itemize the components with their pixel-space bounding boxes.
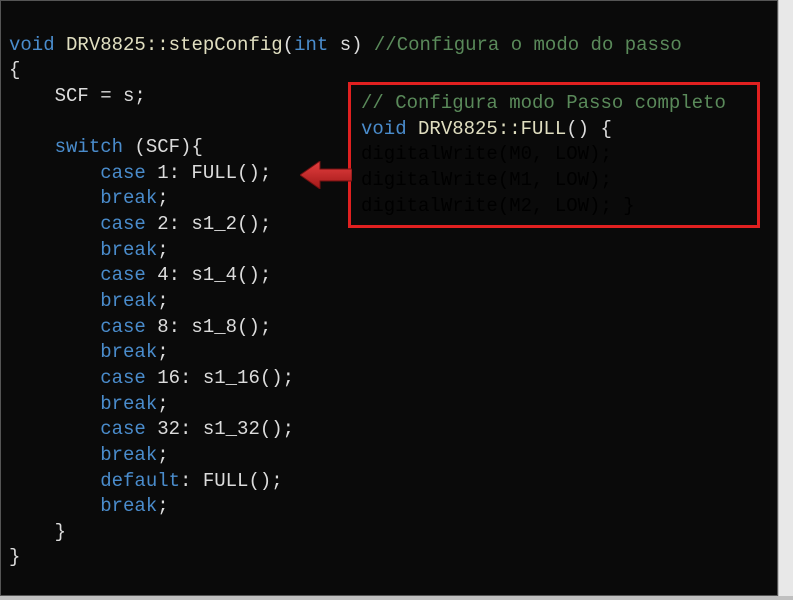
code-line: case 16: s1_16(); [9, 367, 294, 389]
code-line: void DRV8825::stepConfig(int s) //Config… [9, 34, 682, 56]
code-line: { [9, 59, 20, 81]
keyword-break: break [100, 495, 157, 517]
keyword-void: void [9, 34, 55, 56]
code-line: break; [9, 239, 169, 261]
keyword-case: case [100, 367, 146, 389]
code-line: case 1: FULL(); [9, 162, 271, 184]
callout-line: } [623, 195, 634, 217]
code-line: break; [9, 444, 169, 466]
code-line: break; [9, 393, 169, 415]
arg-s: s) [328, 34, 374, 56]
keyword-case: case [100, 316, 146, 338]
keyword-default: default [100, 470, 180, 492]
callout-line: digitalWrite(M2, LOW); [361, 195, 612, 217]
keyword-break: break [100, 290, 157, 312]
code-line: } [9, 521, 66, 543]
keyword-int: int [294, 34, 328, 56]
code-line: default: FULL(); [9, 470, 283, 492]
vertical-scrollbar[interactable] [779, 0, 793, 596]
keyword-void: void [361, 118, 407, 140]
code-line: break; [9, 290, 169, 312]
code-line: } [9, 546, 20, 568]
callout-line: digitalWrite(M0, LOW); [361, 143, 612, 165]
keyword-case: case [100, 162, 146, 184]
code-line: break; [9, 495, 169, 517]
code-line: break; [9, 187, 169, 209]
keyword-break: break [100, 444, 157, 466]
code-line: case 4: s1_4(); [9, 264, 271, 286]
paren-open: ( [283, 34, 294, 56]
code-line: switch (SCF){ [9, 136, 203, 158]
code-line: SCF = s; [9, 85, 146, 107]
function-name: stepConfig [169, 34, 283, 56]
keyword-break: break [100, 187, 157, 209]
code-line: case 8: s1_8(); [9, 316, 271, 338]
function-name: FULL [521, 118, 567, 140]
code-line: break; [9, 341, 169, 363]
keyword-break: break [100, 239, 157, 261]
class-name: DRV8825:: [55, 34, 169, 56]
keyword-case: case [100, 213, 146, 235]
keyword-case: case [100, 264, 146, 286]
code-line: case 2: s1_2(); [9, 213, 271, 235]
keyword-case: case [100, 418, 146, 440]
keyword-switch: switch [55, 136, 123, 158]
rest: () { [566, 118, 612, 140]
comment: //Configura o modo do passo [374, 34, 682, 56]
code-line: case 32: s1_32(); [9, 418, 294, 440]
keyword-break: break [100, 393, 157, 415]
callout-line: digitalWrite(M1, LOW); [361, 169, 612, 191]
callout-comment: // Configura modo Passo completo [361, 92, 726, 114]
class-name: DRV8825:: [407, 118, 521, 140]
arrow-icon [300, 161, 352, 189]
callout-line: void DRV8825::FULL() { [361, 118, 612, 140]
callout-box: // Configura modo Passo completo void DR… [348, 82, 760, 228]
keyword-break: break [100, 341, 157, 363]
